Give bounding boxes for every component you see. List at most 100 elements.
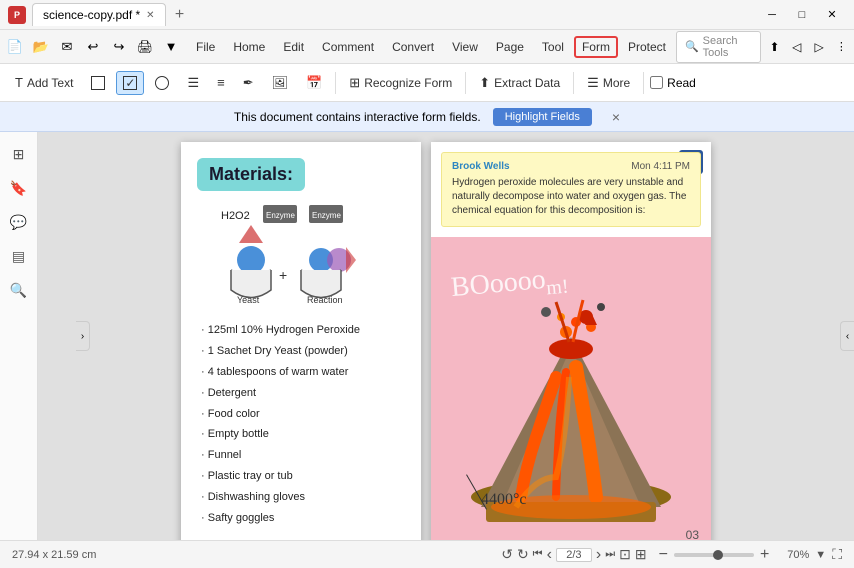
materials-list: 125ml 10% Hydrogen Peroxide 1 Sachet Dry…	[201, 320, 405, 529]
minimize-button[interactable]: ─	[758, 5, 786, 25]
radio-tool-button[interactable]	[148, 71, 176, 95]
read-option: Read	[650, 76, 696, 90]
next-page-button[interactable]: ›	[596, 546, 601, 564]
page-area: › ‹ Materials: H2O2 Enzyme Enzyme	[38, 132, 854, 540]
page-dimensions: 27.94 x 21.59 cm	[12, 549, 96, 561]
recognize-form-button[interactable]: ⊞ Recognize Form	[342, 70, 459, 96]
radio-icon	[155, 76, 169, 90]
listbox-icon: ≡	[217, 75, 225, 90]
comment-header: Brook Wells Mon 4:11 PM	[452, 161, 690, 172]
volcano-area: BOoooom!	[431, 237, 711, 540]
svg-text:Enzyme: Enzyme	[312, 211, 341, 220]
more-menu-icon[interactable]: ⋮	[832, 36, 850, 58]
close-button[interactable]: ✕	[818, 5, 846, 25]
menu-file[interactable]: File	[188, 36, 223, 58]
add-text-button[interactable]: T Add Text	[8, 70, 80, 95]
extract-data-button[interactable]: ⬆ Extract Data	[472, 70, 567, 96]
sidebar-layers-icon[interactable]: ▤	[5, 242, 33, 270]
listbox-tool-button[interactable]: ≡	[210, 70, 232, 95]
checkbox-tool-button[interactable]: ✓	[116, 71, 144, 95]
first-page-button[interactable]: ⏮	[533, 548, 543, 561]
material-item-6: Empty bottle	[201, 424, 405, 445]
collapse-right-button[interactable]: ‹	[840, 321, 854, 351]
menu-home[interactable]: Home	[225, 36, 273, 58]
menu-form[interactable]: Form	[574, 36, 618, 58]
search-tools-input[interactable]: 🔍 Search Tools	[676, 31, 761, 63]
print-dropdown-icon[interactable]: ▼	[160, 36, 182, 58]
extract-data-icon: ⬆	[479, 75, 490, 91]
titlebar: P science-copy.pdf * ✕ + ─ □ ✕	[0, 0, 854, 30]
select-icon	[91, 76, 105, 90]
new-tab-button[interactable]: +	[168, 3, 192, 27]
more-button[interactable]: ☰ More	[580, 70, 637, 96]
last-page-button[interactable]: ⏭	[605, 548, 615, 561]
menu-convert[interactable]: Convert	[384, 36, 442, 58]
date-tool-button[interactable]: 📅	[299, 70, 329, 96]
close-tab-icon[interactable]: ✕	[146, 10, 154, 21]
quick-access-icons: 📄 📂 ✉ ↩ ↪ 🖨 ▼	[4, 36, 182, 58]
read-label: Read	[667, 76, 696, 90]
svg-text:H2O2: H2O2	[221, 210, 250, 222]
menu-right-area: 🔍 Search Tools ⬆ ◁ ▷ ⋮	[676, 31, 851, 63]
rotate-left-button[interactable]: ↺	[501, 546, 513, 563]
more-icon: ☰	[587, 75, 599, 91]
menu-page[interactable]: Page	[488, 36, 532, 58]
maximize-button[interactable]: □	[788, 5, 816, 25]
prev-page-button[interactable]: ‹	[547, 546, 552, 564]
menu-tool[interactable]: Tool	[534, 36, 572, 58]
pdf-page-right: W Brook Wells Mon 4:11 PM Hydrogen perox…	[431, 142, 711, 540]
highlight-fields-button[interactable]: Highlight Fields	[493, 108, 592, 126]
reaction-diagram: H2O2 Enzyme Enzyme Yeast +	[201, 205, 401, 305]
sidebar-thumbnail-icon[interactable]: ⊞	[5, 140, 33, 168]
read-checkbox[interactable]	[650, 76, 663, 89]
forward-icon[interactable]: ▷	[810, 36, 828, 58]
collapse-left-button[interactable]: ›	[76, 321, 90, 351]
svg-text:Enzyme: Enzyme	[266, 211, 295, 220]
tab-bar: science-copy.pdf * ✕ +	[32, 3, 192, 27]
recognize-form-icon: ⊞	[349, 75, 360, 91]
menu-view[interactable]: View	[444, 36, 486, 58]
temperature-label: 4400°c	[481, 491, 527, 509]
zoom-out-button[interactable]: −	[659, 546, 668, 564]
svg-text:+: +	[279, 267, 287, 283]
materials-title: Materials:	[197, 158, 405, 205]
zoom-level: 70%	[775, 549, 809, 561]
dropdown-tool-button[interactable]: ☰	[180, 70, 206, 96]
share-icon[interactable]: ⬆	[765, 36, 783, 58]
toolbar-separator-1	[335, 72, 336, 94]
select-tool-button[interactable]	[84, 71, 112, 95]
tab-science-copy[interactable]: science-copy.pdf * ✕	[32, 3, 166, 26]
image-tool-button[interactable]: 🖼	[265, 70, 296, 96]
open-icon[interactable]: 📂	[30, 36, 52, 58]
fullscreen-button[interactable]: ⛶	[832, 546, 842, 563]
signature-icon: ✒	[243, 75, 254, 91]
undo-icon[interactable]: ↩	[82, 36, 104, 58]
menu-comment[interactable]: Comment	[314, 36, 382, 58]
back-icon[interactable]: ◁	[788, 36, 806, 58]
checkbox-icon: ✓	[123, 76, 137, 90]
app-logo: P	[8, 6, 26, 24]
fit-page-button[interactable]: ⊡	[619, 546, 631, 563]
search-tools-label: Search Tools	[703, 35, 753, 59]
fit-width-button[interactable]: ⊞	[635, 546, 647, 563]
menu-protect[interactable]: Protect	[620, 36, 674, 58]
print-icon[interactable]: 🖨	[134, 36, 156, 58]
more-label: More	[603, 76, 630, 90]
zoom-in-button[interactable]: +	[760, 546, 769, 564]
sidebar-search-icon[interactable]: 🔍	[5, 276, 33, 304]
signature-tool-button[interactable]: ✒	[236, 70, 261, 96]
zoom-slider[interactable]	[674, 553, 754, 557]
sidebar-comment-icon[interactable]: 💬	[5, 208, 33, 236]
email-icon[interactable]: ✉	[56, 36, 78, 58]
notification-close-button[interactable]: ×	[612, 109, 620, 125]
sidebar-bookmark-icon[interactable]: 🔖	[5, 174, 33, 202]
page-info: 2/3	[556, 548, 592, 562]
material-item-3: 4 tablespoons of warm water	[201, 362, 405, 383]
date-icon: 📅	[306, 75, 322, 91]
redo-icon[interactable]: ↪	[108, 36, 130, 58]
menu-edit[interactable]: Edit	[275, 36, 312, 58]
zoom-dropdown-button[interactable]: ▼	[815, 549, 826, 561]
new-icon[interactable]: 📄	[4, 36, 26, 58]
rotate-right-button[interactable]: ↻	[517, 546, 529, 563]
temperature-value: 4400°c	[481, 491, 527, 508]
